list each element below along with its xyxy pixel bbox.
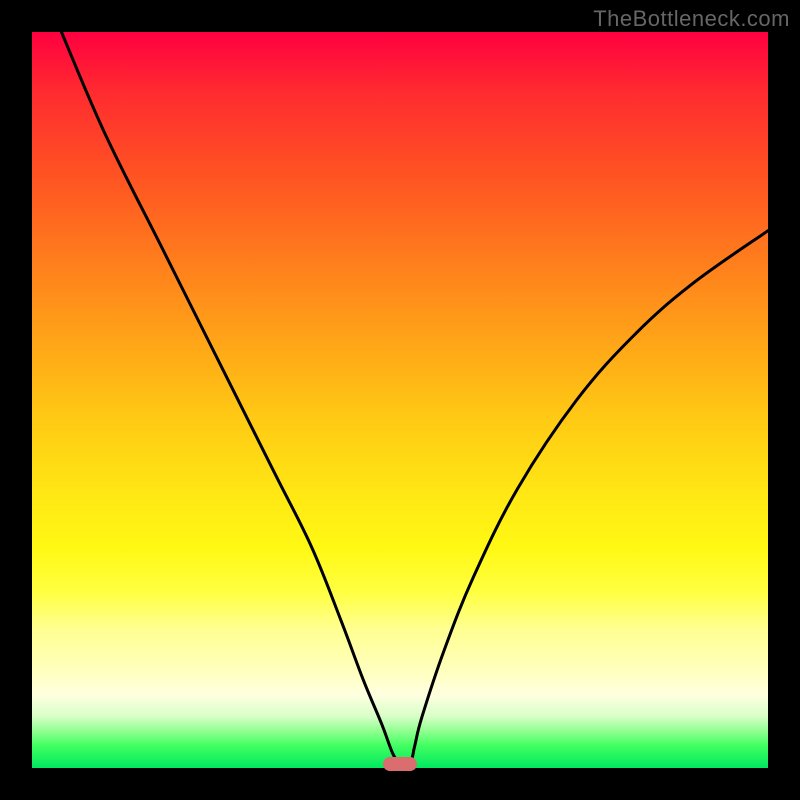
- chart-frame: TheBottleneck.com: [0, 0, 800, 800]
- bottleneck-curve: [32, 32, 768, 768]
- curve-path: [61, 32, 768, 765]
- plot-area: [32, 32, 768, 768]
- watermark-text: TheBottleneck.com: [593, 6, 790, 32]
- optimal-marker: [383, 757, 417, 771]
